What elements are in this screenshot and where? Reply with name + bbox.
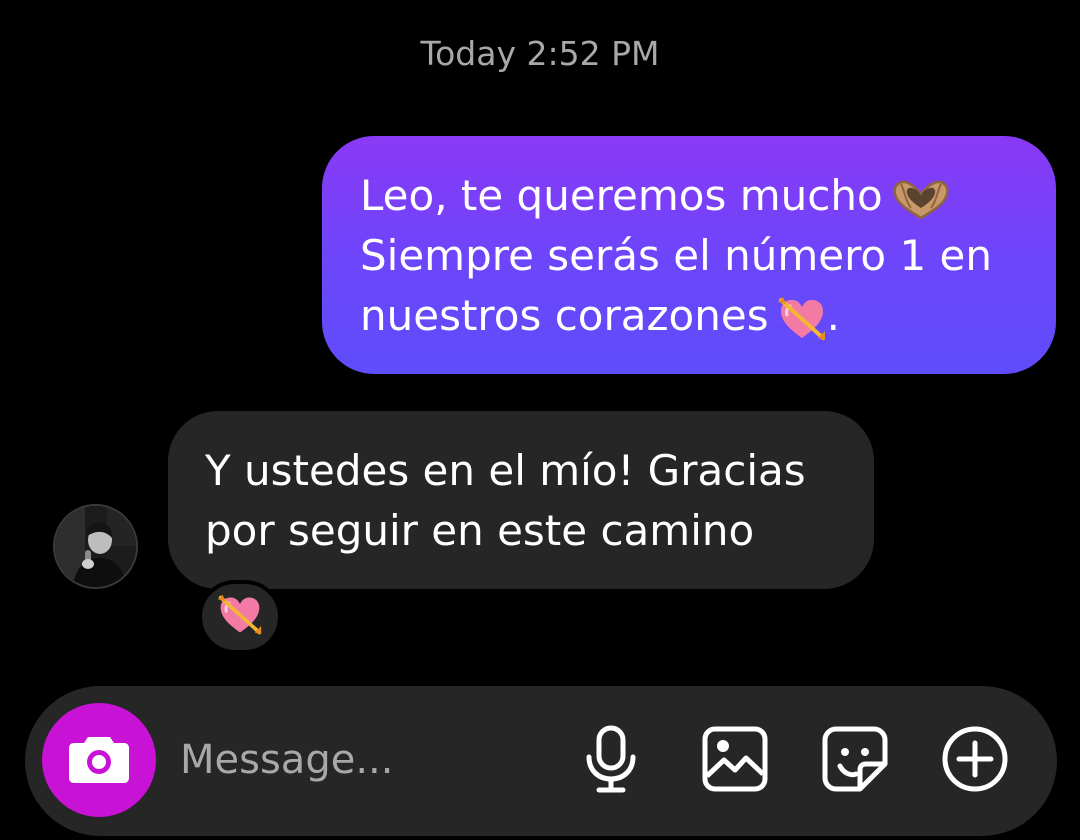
outgoing-message-line: nuestros corazones .	[360, 286, 1020, 346]
more-options-button[interactable]	[939, 725, 1011, 797]
camera-icon	[68, 733, 130, 787]
message-timestamp: Today 2:52 PM	[420, 34, 660, 73]
outgoing-message-bubble[interactable]: Leo, te queremos mucho Siempre serás el …	[322, 136, 1056, 374]
message-reaction[interactable]	[198, 580, 282, 654]
heart-with-arrow-emoji-icon	[777, 296, 827, 342]
sticker-button[interactable]	[819, 725, 891, 797]
message-input[interactable]	[180, 730, 560, 790]
gallery-icon	[702, 726, 768, 796]
heart-hands-emoji-icon	[891, 178, 951, 220]
outgoing-message-line: Siempre serás el número 1 en	[360, 231, 993, 280]
message-composer	[25, 686, 1057, 836]
chat-screen: Today 2:52 PM Leo, te queremos mucho Sie…	[0, 0, 1080, 840]
outgoing-message-text: Leo, te queremos mucho	[360, 171, 883, 220]
gallery-button[interactable]	[699, 725, 771, 797]
outgoing-message-text: nuestros corazones	[360, 291, 769, 340]
outgoing-message-line: Leo, te queremos mucho	[360, 166, 1020, 226]
incoming-message-line: Y ustedes en el mío! Gracias	[205, 446, 806, 495]
microphone-icon	[583, 725, 639, 797]
incoming-message-bubble[interactable]: Y ustedes en el mío! Gracias por seguir …	[168, 411, 874, 589]
voice-message-button[interactable]	[575, 725, 647, 797]
sticker-icon	[822, 726, 888, 796]
contact-avatar[interactable]	[53, 504, 138, 589]
incoming-message-line: por seguir en este camino	[205, 506, 755, 555]
plus-circle-icon	[941, 725, 1009, 797]
outgoing-message-suffix: .	[826, 291, 840, 340]
camera-button[interactable]	[42, 703, 156, 817]
heart-with-arrow-emoji-icon	[217, 593, 263, 641]
